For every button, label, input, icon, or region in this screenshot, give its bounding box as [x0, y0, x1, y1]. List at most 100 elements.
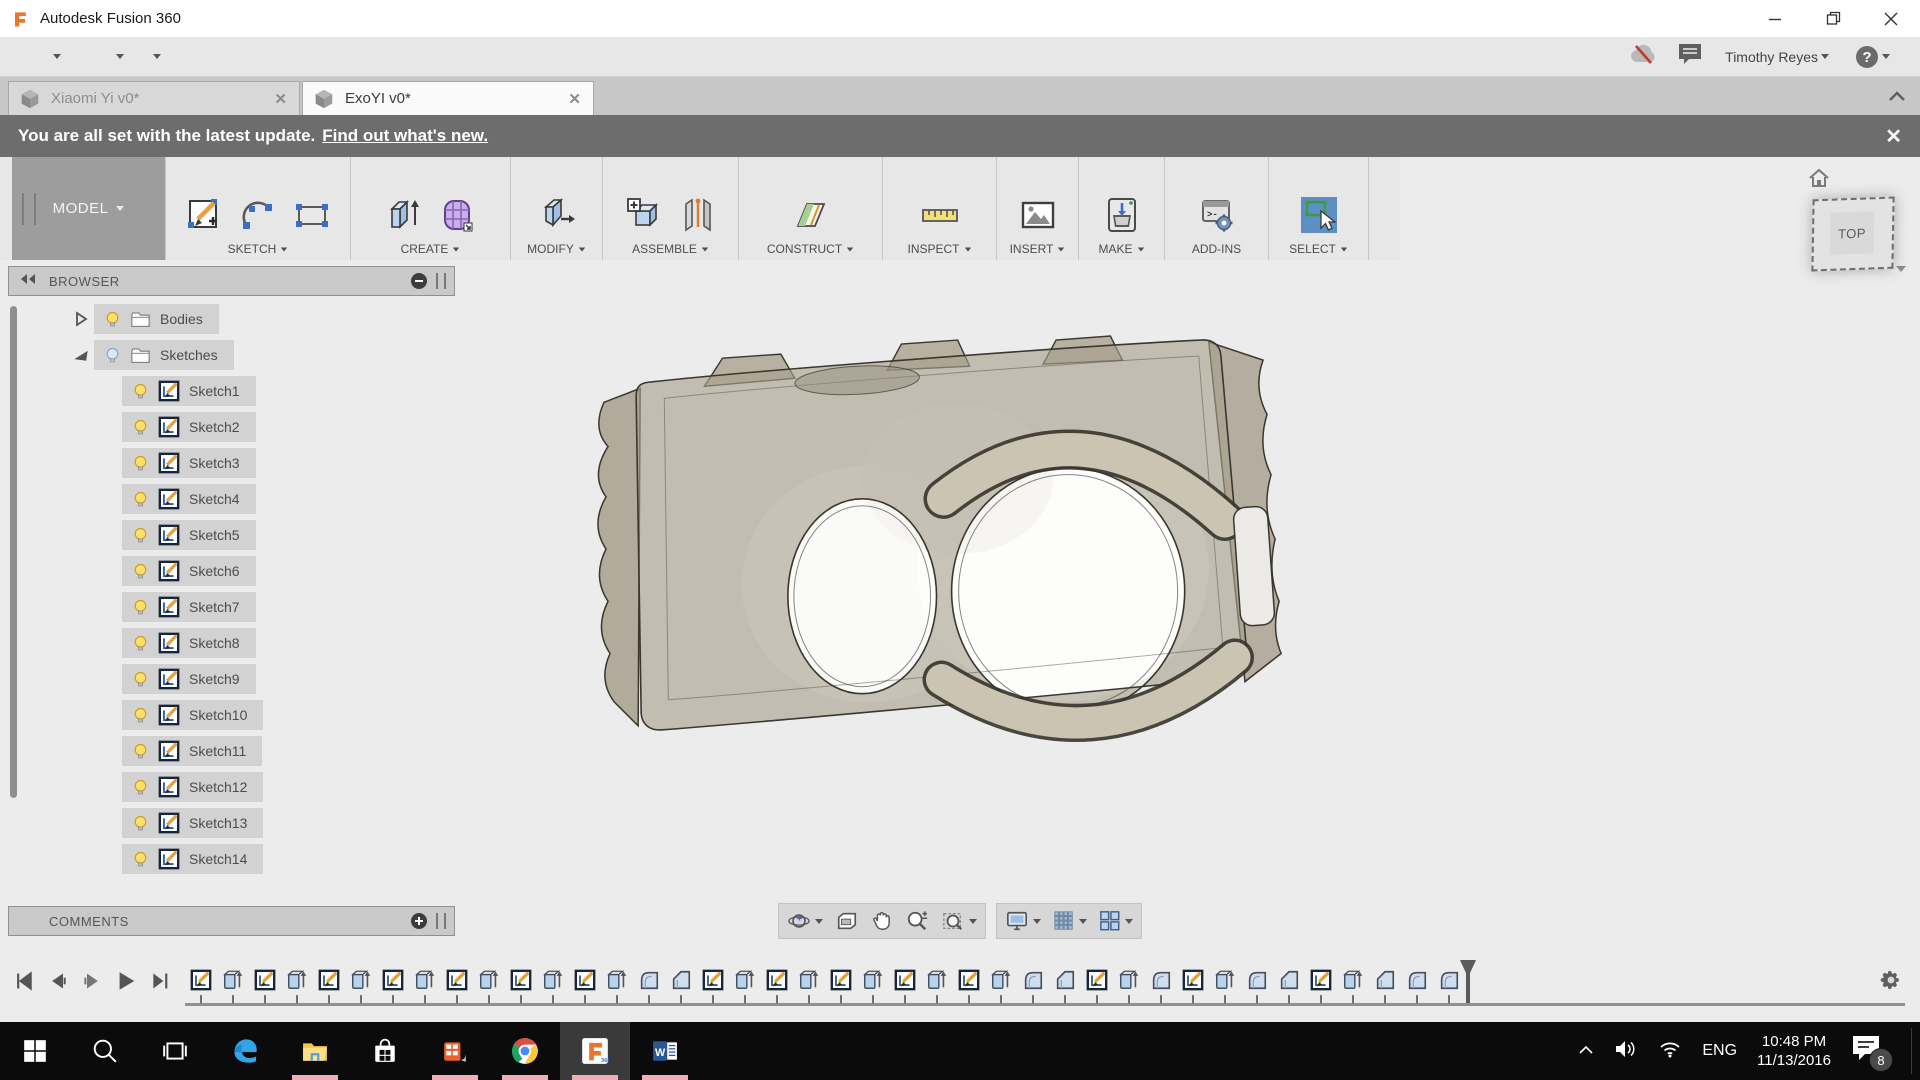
- ribbon-group-label[interactable]: CREATE: [401, 242, 461, 256]
- browser-node[interactable]: Sketch2: [122, 412, 256, 442]
- browser-node[interactable]: Sketch12: [122, 772, 263, 802]
- notification-close-icon[interactable]: ✕: [1885, 124, 1902, 149]
- browser-row-sketch7[interactable]: Sketch7: [8, 592, 448, 622]
- browser-node[interactable]: Sketch6: [122, 556, 256, 586]
- visibility-bulb-icon[interactable]: [132, 527, 149, 544]
- timeline-feature-sketch-25[interactable]: [956, 961, 982, 991]
- browser-row-sketch12[interactable]: Sketch12: [8, 772, 448, 802]
- ribbon-group-label[interactable]: INSERT: [1010, 242, 1066, 256]
- save-button[interactable]: [83, 54, 91, 60]
- volume-icon[interactable]: [1614, 1039, 1638, 1064]
- visibility-bulb-icon[interactable]: [132, 707, 149, 724]
- browser-node[interactable]: Sketch4: [122, 484, 256, 514]
- timeline-feature-chamfer-28[interactable]: [1052, 961, 1078, 991]
- close-button[interactable]: [1862, 0, 1920, 37]
- visibility-bulb-icon[interactable]: [104, 311, 121, 328]
- display-settings-button[interactable]: [1005, 910, 1041, 932]
- visibility-bulb-icon[interactable]: [132, 491, 149, 508]
- panel-grip-icon[interactable]: [436, 913, 446, 929]
- viewcube-arrow-icon[interactable]: [1896, 266, 1906, 272]
- whats-new-link[interactable]: Find out what's new.: [322, 126, 488, 146]
- 3d-model[interactable]: [555, 328, 1300, 760]
- visibility-bulb-icon[interactable]: [132, 599, 149, 616]
- timeline-ruler[interactable]: [185, 1003, 1905, 1006]
- browser-row-sketch10[interactable]: Sketch10: [8, 700, 448, 730]
- timeline-feature-sketch-29[interactable]: [1084, 961, 1110, 991]
- timeline-feature-sketch-17[interactable]: [700, 961, 726, 991]
- ribbon-group-label[interactable]: ASSEMBLE: [632, 242, 709, 256]
- play-button[interactable]: [114, 969, 138, 993]
- browser-row-sketch4[interactable]: Sketch4: [8, 484, 448, 514]
- expand-node-icon[interactable]: [68, 311, 94, 327]
- pan-button[interactable]: [871, 910, 893, 932]
- press-pull-button[interactable]: [535, 192, 579, 238]
- browser-node[interactable]: Bodies: [94, 304, 219, 334]
- document-tab-2[interactable]: ExoYI v0*✕: [302, 81, 594, 115]
- visibility-bulb-icon[interactable]: [104, 347, 121, 364]
- form-button[interactable]: [436, 192, 480, 238]
- timeline-feature-extrude-2[interactable]: [220, 961, 246, 991]
- ribbon-group-label[interactable]: MODIFY: [527, 242, 586, 256]
- visibility-bulb-icon[interactable]: [132, 383, 149, 400]
- browser-row-sketch3[interactable]: Sketch3: [8, 448, 448, 478]
- rectangle-button[interactable]: [290, 192, 334, 238]
- timeline-feature-extrude-8[interactable]: [412, 961, 438, 991]
- comments-panel-header[interactable]: COMMENTS: [8, 906, 455, 936]
- show-desktop-button[interactable]: [1911, 1028, 1912, 1074]
- visibility-bulb-icon[interactable]: [132, 851, 149, 868]
- wifi-icon[interactable]: [1658, 1040, 1682, 1063]
- timeline-feature-sketch-13[interactable]: [572, 961, 598, 991]
- browser-panel-header[interactable]: BROWSER: [8, 266, 455, 296]
- visibility-bulb-icon[interactable]: [132, 635, 149, 652]
- go-to-end-button[interactable]: [148, 969, 172, 993]
- timeline-feature-fillet-34[interactable]: [1244, 961, 1270, 991]
- browser-node[interactable]: Sketch11: [122, 736, 262, 766]
- timeline-feature-chamfer-35[interactable]: [1276, 961, 1302, 991]
- language-indicator[interactable]: ENG: [1702, 1042, 1737, 1060]
- app-grid-button[interactable]: [12, 54, 20, 60]
- timeline-feature-extrude-30[interactable]: [1116, 961, 1142, 991]
- timeline-feature-chamfer-16[interactable]: [668, 961, 694, 991]
- ribbon-group-label[interactable]: ADD-INS: [1192, 242, 1241, 256]
- tray-chevron-up-icon[interactable]: [1578, 1042, 1594, 1060]
- timeline-feature-extrude-33[interactable]: [1212, 961, 1238, 991]
- browser-row-sketches[interactable]: Sketches: [8, 340, 448, 370]
- visibility-bulb-icon[interactable]: [132, 743, 149, 760]
- ribbon-group-label[interactable]: CONSTRUCT: [767, 242, 854, 256]
- timeline-feature-extrude-4[interactable]: [284, 961, 310, 991]
- make-3dprint-button[interactable]: [1100, 192, 1144, 238]
- timeline-feature-sketch-3[interactable]: [252, 961, 278, 991]
- add-comment-icon[interactable]: [410, 912, 428, 930]
- timeline-feature-sketch-23[interactable]: [892, 961, 918, 991]
- joint-button[interactable]: [676, 192, 720, 238]
- taskbar-chrome-button[interactable]: [490, 1022, 560, 1080]
- help-menu[interactable]: ?: [1851, 42, 1894, 72]
- timeline-feature-sketch-36[interactable]: [1308, 961, 1334, 991]
- plane-button[interactable]: [789, 192, 833, 238]
- redo-button[interactable]: [146, 51, 165, 62]
- step-back-button[interactable]: [46, 969, 70, 993]
- timeline-feature-extrude-37[interactable]: [1340, 961, 1366, 991]
- viewports-button[interactable]: [1099, 910, 1133, 932]
- workspace-selector[interactable]: MODEL: [12, 157, 165, 260]
- go-to-start-button[interactable]: [12, 969, 36, 993]
- taskbar-file-explorer-button[interactable]: [280, 1022, 350, 1080]
- timeline-feature-fillet-27[interactable]: [1020, 961, 1046, 991]
- timeline-feature-sketch-32[interactable]: [1180, 961, 1206, 991]
- browser-row-sketch2[interactable]: Sketch2: [8, 412, 448, 442]
- timeline-feature-extrude-26[interactable]: [988, 961, 1014, 991]
- timeline-feature-extrude-10[interactable]: [476, 961, 502, 991]
- timeline-feature-extrude-20[interactable]: [796, 961, 822, 991]
- remove-panel-icon[interactable]: [410, 272, 428, 290]
- add-ins-button[interactable]: >-: [1195, 192, 1239, 238]
- timeline-feature-sketch-7[interactable]: [380, 961, 406, 991]
- browser-node[interactable]: Sketches: [94, 340, 234, 370]
- orbit-button[interactable]: [787, 910, 823, 932]
- insert-image-button[interactable]: [1016, 192, 1060, 238]
- timeline-feature-sketch-11[interactable]: [508, 961, 534, 991]
- tab-close-icon[interactable]: ✕: [568, 90, 581, 108]
- browser-row-sketch1[interactable]: Sketch1: [8, 376, 448, 406]
- browser-row-sketch6[interactable]: Sketch6: [8, 556, 448, 586]
- extrude-button[interactable]: [382, 192, 426, 238]
- browser-node[interactable]: Sketch7: [122, 592, 256, 622]
